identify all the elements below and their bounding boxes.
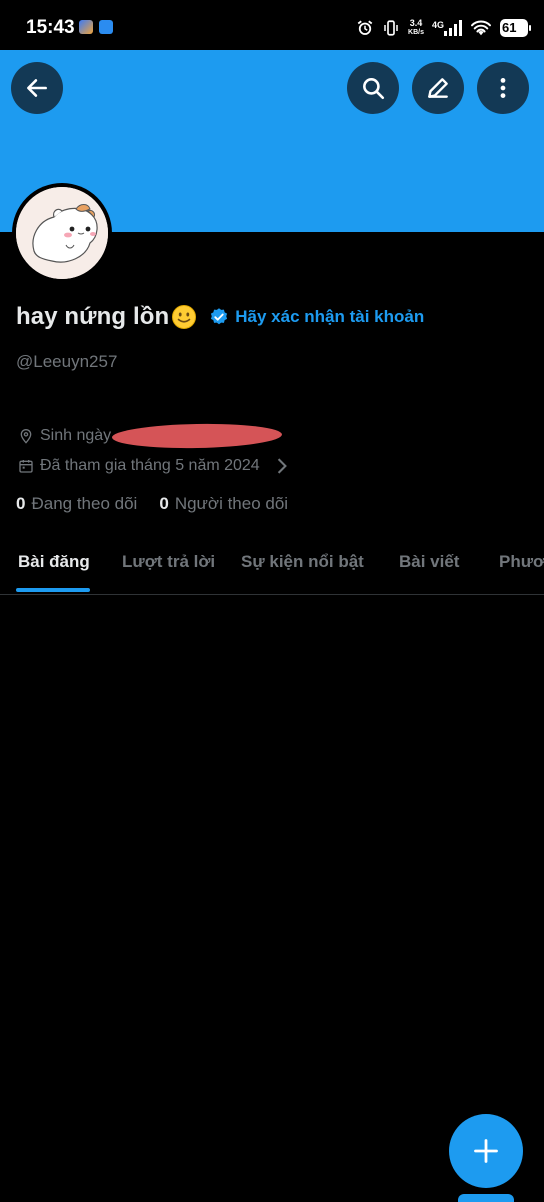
search-icon (363, 78, 385, 100)
more-vertical-icon (500, 78, 506, 98)
following-count: 0 (16, 494, 26, 513)
redaction-mark (111, 422, 283, 450)
tab-media[interactable]: Phươ (499, 552, 544, 572)
status-icons: 3.4 KB/s 4G 61 (356, 16, 531, 40)
search-button[interactable] (347, 62, 399, 114)
joined-date: Đã tham gia tháng 5 năm 2024 (40, 457, 260, 474)
alarm-icon (357, 20, 373, 35)
followers-link[interactable]: 0 Người theo dõi (159, 494, 288, 514)
profile-name-row: hay nứng lồn Hãy xác nhận tài khoản (16, 303, 424, 331)
plus-icon (474, 1139, 498, 1163)
follow-stats: 0 Đang theo dõi 0 Người theo dõi (16, 494, 310, 514)
tab-articles[interactable]: Bài viết (399, 552, 459, 572)
hamster-illustration (16, 187, 108, 279)
profile-avatar[interactable] (12, 183, 112, 283)
avatar-image (16, 187, 108, 279)
tab-highlights[interactable]: Sự kiện nổi bật (241, 552, 364, 572)
notification-app-icon (79, 20, 93, 34)
followers-count: 0 (159, 494, 169, 513)
back-button[interactable] (11, 62, 63, 114)
following-label: Đang theo dõi (31, 494, 138, 513)
network-type: 4G (431, 20, 444, 30)
network-speed: 3.4 KB/s (408, 18, 424, 37)
profile-handle: @Leeuyn257 (16, 352, 118, 371)
verified-badge-icon (211, 308, 228, 325)
battery-indicator: 61 (500, 19, 531, 37)
smile-emoji-icon (172, 305, 197, 329)
vibrate-icon (384, 20, 398, 36)
cell-signal: 4G (432, 20, 462, 36)
arrow-left-icon (27, 79, 47, 97)
active-tab-indicator (16, 588, 90, 592)
signal-icon (444, 20, 462, 36)
notification-app-icon (99, 20, 113, 34)
birthday-label: Sinh ngày (40, 427, 112, 444)
wifi-icon (471, 20, 491, 36)
status-time: 15:43 (26, 17, 75, 38)
location-pin-icon (20, 429, 32, 444)
followers-label: Người theo dõi (174, 494, 289, 513)
verify-account-link[interactable]: Hãy xác nhận tài khoản (235, 307, 424, 327)
tab-replies[interactable]: Lượt trả lời (122, 552, 215, 572)
chevron-right-icon (277, 458, 287, 474)
following-link[interactable]: 0 Đang theo dõi (16, 494, 137, 514)
edit-profile-button[interactable] (412, 62, 464, 114)
status-bar: 15:43 3.4 KB/s 4G 61 (0, 0, 544, 50)
calendar-icon (19, 460, 33, 473)
display-name: hay nứng lồn (16, 303, 170, 330)
edit-pencil-icon (428, 78, 448, 98)
joined-row[interactable]: Đã tham gia tháng 5 năm 2024 (18, 457, 296, 475)
compose-button[interactable] (449, 1114, 523, 1188)
tab-posts[interactable]: Bài đăng (18, 552, 90, 572)
profile-tabs: Bài đăng Lượt trả lời Sự kiện nổi bật Bà… (0, 536, 544, 595)
bottom-sheet-peek (458, 1194, 514, 1202)
more-options-button[interactable] (477, 62, 529, 114)
birthday-row: Sinh ngày (18, 427, 111, 445)
